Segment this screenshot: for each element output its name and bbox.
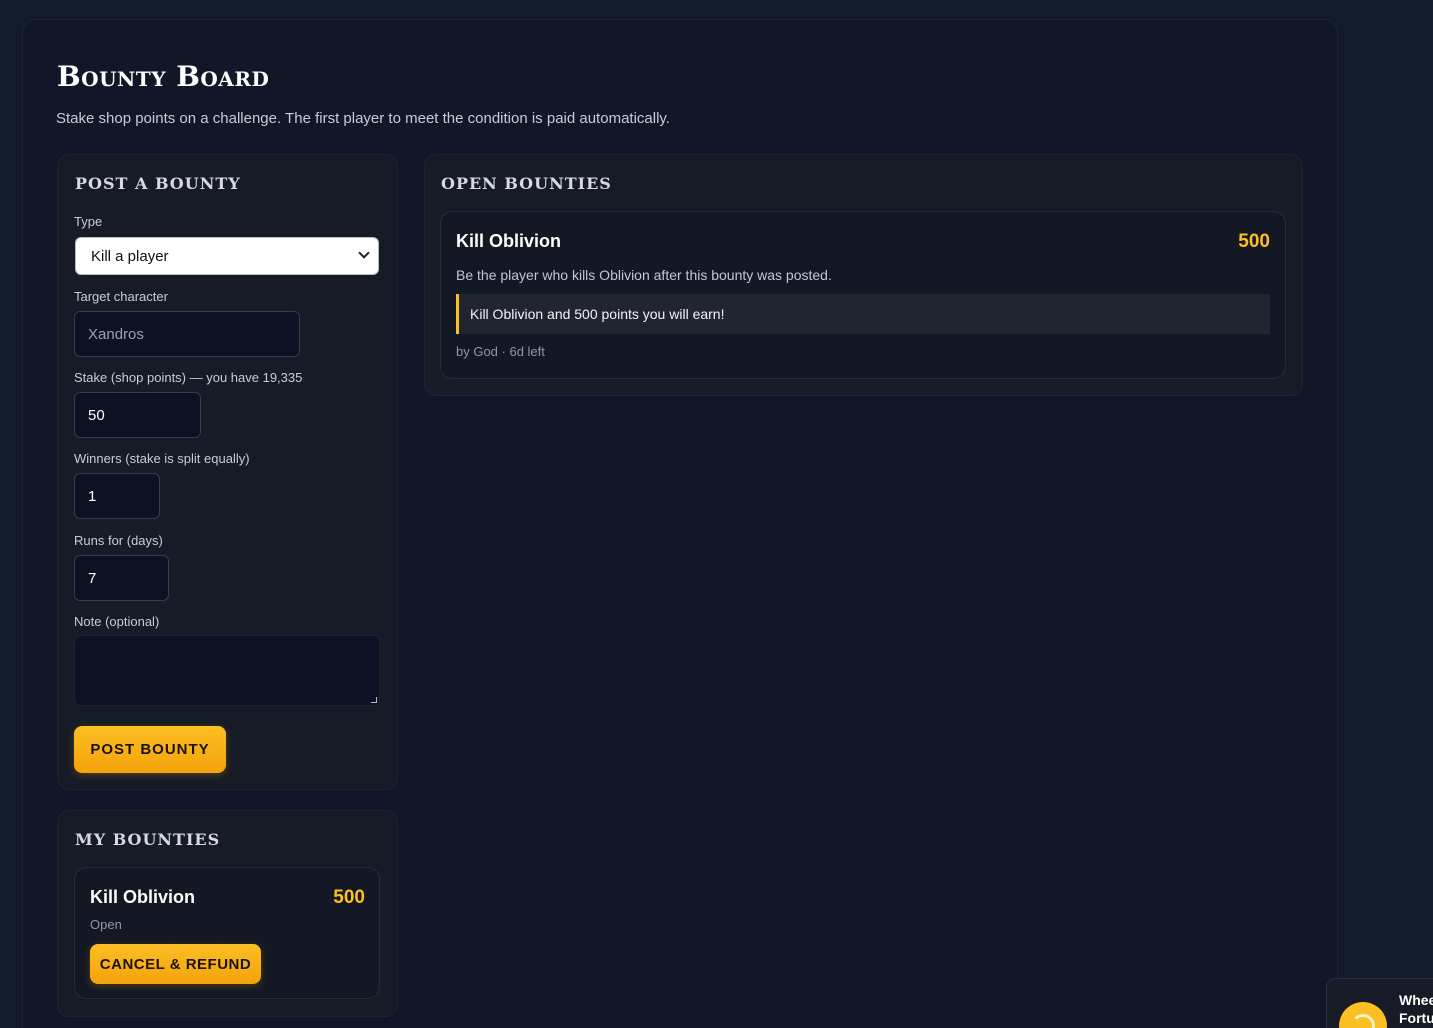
open-bounty-note: Kill Oblivion and 500 points you will ea… bbox=[456, 294, 1270, 334]
open-bounty-title: Kill Oblivion bbox=[456, 231, 562, 251]
page-subtitle: Stake shop points on a challenge. The fi… bbox=[56, 110, 670, 127]
note-label: Note (optional) bbox=[74, 614, 160, 629]
page-title: Bounty Board bbox=[57, 60, 270, 93]
wheel-icon bbox=[1339, 1002, 1387, 1028]
runs-label: Runs for (days) bbox=[74, 533, 163, 548]
chevron-down-icon bbox=[358, 247, 370, 259]
my-bounty-status: Open bbox=[90, 917, 122, 932]
open-bounty-description: Be the player who kills Oblivion after t… bbox=[456, 267, 832, 283]
resize-handle-icon[interactable] bbox=[371, 697, 377, 703]
runs-days-input[interactable] bbox=[74, 555, 169, 601]
winners-label: Winners (stake is split equally) bbox=[74, 451, 250, 466]
open-bounties-heading: OPEN BOUNTIES bbox=[441, 174, 612, 193]
my-bounty-title: Kill Oblivion bbox=[90, 887, 196, 907]
type-label: Type bbox=[74, 214, 103, 229]
stake-input[interactable] bbox=[74, 392, 201, 438]
my-bounty-amount: 500 bbox=[333, 887, 365, 908]
post-bounty-heading: POST A BOUNTY bbox=[75, 174, 241, 193]
open-bounty-meta: by God · 6d left bbox=[456, 344, 545, 359]
open-bounty-note-text: Kill Oblivion and 500 points you will ea… bbox=[470, 306, 725, 322]
wheel-of-fortune-widget[interactable]: Whee Fortu bbox=[1326, 978, 1433, 1028]
open-bounty-amount: 500 bbox=[1238, 231, 1270, 252]
winners-input[interactable] bbox=[74, 473, 160, 519]
target-label: Target character bbox=[74, 289, 168, 304]
type-select-value: Kill a player bbox=[91, 247, 169, 265]
wheel-widget-label: Whee Fortu bbox=[1399, 992, 1433, 1026]
type-select[interactable]: Kill a player bbox=[75, 237, 379, 275]
post-bounty-button[interactable]: POST BOUNTY bbox=[74, 726, 226, 773]
target-character-input[interactable] bbox=[74, 311, 300, 357]
my-bounties-heading: MY BOUNTIES bbox=[75, 830, 221, 849]
note-textarea[interactable] bbox=[74, 635, 380, 706]
cancel-refund-button[interactable]: CANCEL & REFUND bbox=[90, 944, 261, 984]
stake-label: Stake (shop points) — you have 19,335 bbox=[74, 370, 303, 385]
